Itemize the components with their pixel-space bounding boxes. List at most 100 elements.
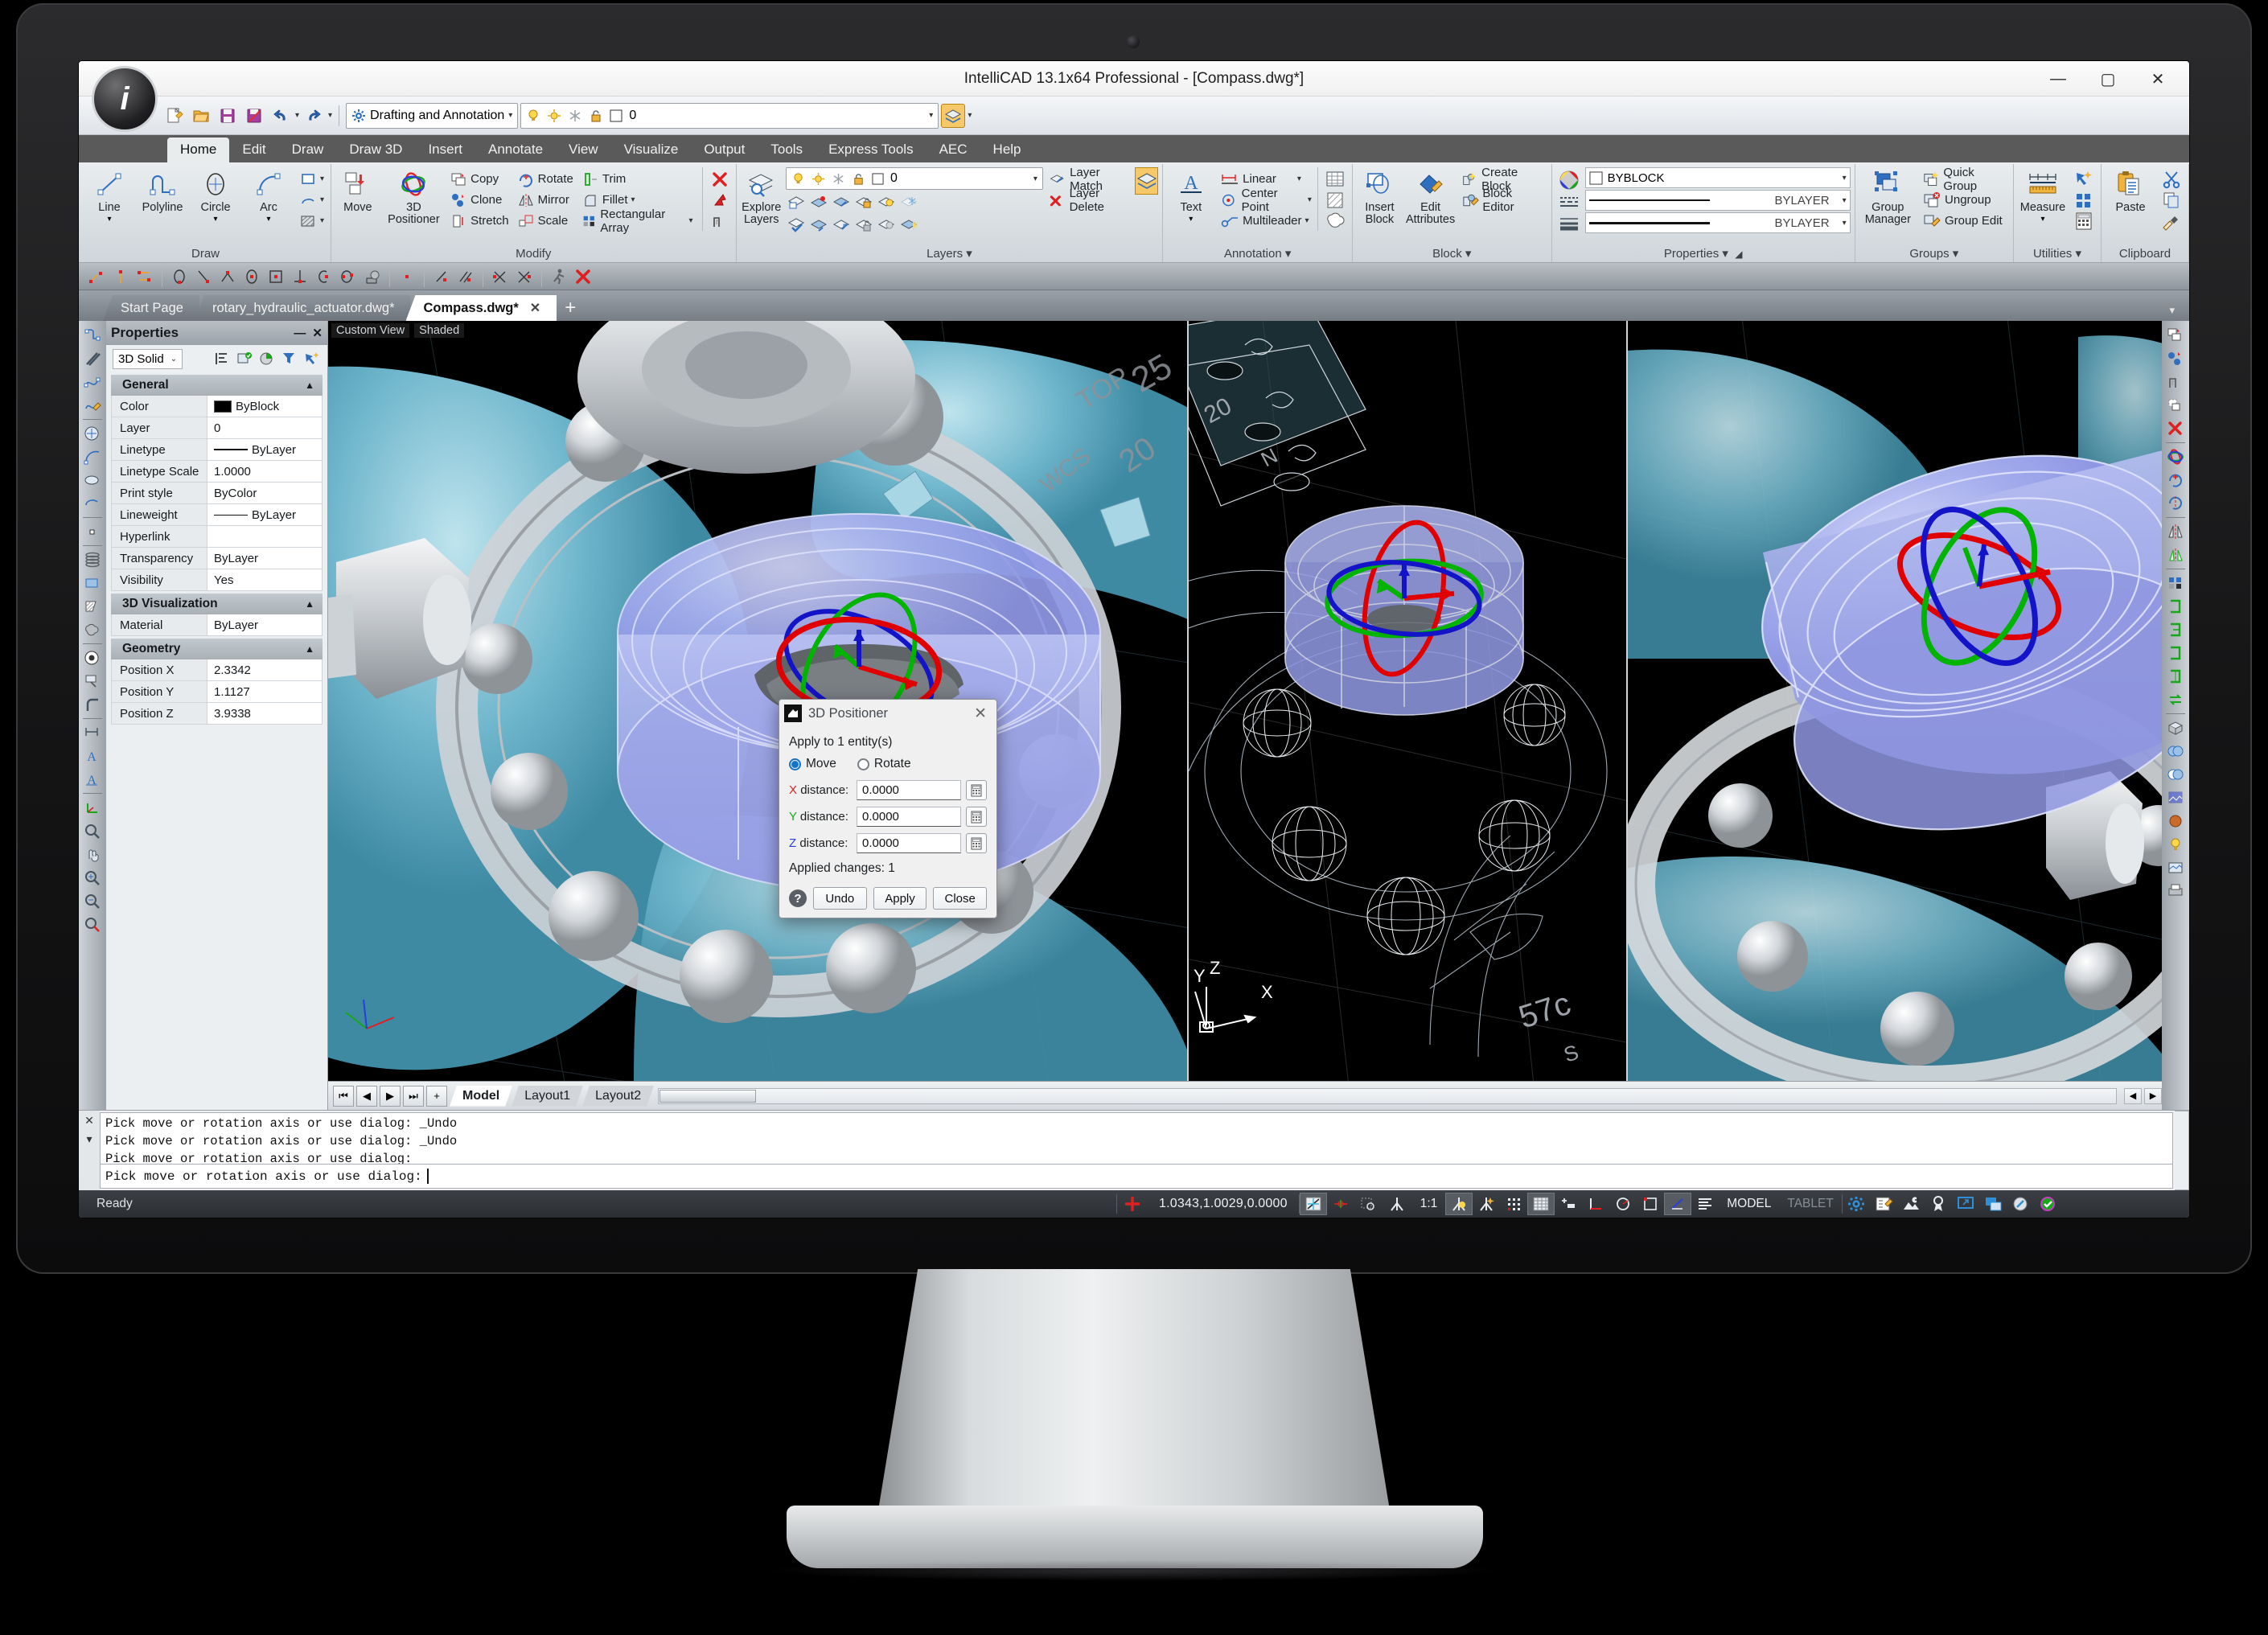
apps-button[interactable] bbox=[2071, 190, 2097, 210]
layer-quick-selector[interactable]: 0 ▾ bbox=[520, 102, 939, 129]
y-distance-input[interactable]: 0.0000 bbox=[857, 807, 961, 827]
rectangle-button[interactable]: ▾ bbox=[297, 169, 327, 189]
3d-positioner-button[interactable]: 3D Positioner bbox=[384, 167, 444, 226]
layer-delete-button[interactable]: Layer Delete bbox=[1046, 187, 1128, 214]
paste-button[interactable]: Paste bbox=[2106, 167, 2155, 214]
explore-layers-button[interactable]: Explore Layers bbox=[741, 167, 783, 226]
light-tool-icon[interactable] bbox=[2163, 833, 2188, 856]
scale-button[interactable]: Scale bbox=[515, 211, 576, 231]
cut-button[interactable] bbox=[2159, 169, 2184, 189]
linetype-combo[interactable]: BYLAYER ▾ bbox=[1584, 190, 1851, 211]
snap-perpendicular-icon[interactable] bbox=[192, 266, 215, 287]
snap-tangent-icon[interactable] bbox=[313, 266, 335, 287]
layer-chevron-down-icon[interactable]: ▾ bbox=[929, 111, 933, 120]
layer-set-current-icon[interactable] bbox=[831, 192, 852, 213]
snap-extension-icon[interactable] bbox=[454, 266, 477, 287]
collapse-icon[interactable]: ▲ bbox=[305, 380, 314, 391]
mode-move-radio[interactable]: Move bbox=[789, 757, 836, 771]
select-similar-icon[interactable] bbox=[236, 350, 253, 368]
region-tool-icon[interactable] bbox=[80, 618, 105, 641]
layer-isolate-icon[interactable] bbox=[831, 215, 852, 236]
group-manager-button[interactable]: Group Manager bbox=[1859, 167, 1917, 226]
copy-clipboard-button[interactable] bbox=[2159, 190, 2184, 210]
command-line-close-icon[interactable]: ✕ bbox=[84, 1114, 94, 1128]
undo-button[interactable]: Undo bbox=[813, 887, 867, 910]
command-line-expand-icon[interactable]: ▾ bbox=[86, 1132, 92, 1146]
measure-button[interactable]: Measure ▾ bbox=[2018, 167, 2068, 224]
property-row-position-x[interactable]: Position X 2.3342 bbox=[111, 659, 323, 681]
chevron-down-icon[interactable]: ⌄ bbox=[171, 355, 177, 364]
lineweight-icon[interactable] bbox=[1664, 1193, 1692, 1215]
property-value[interactable]: 1.1127 bbox=[207, 681, 323, 703]
property-value[interactable]: ByLayer bbox=[207, 439, 323, 461]
snap-endpoint-icon[interactable] bbox=[134, 266, 156, 287]
command-scrollbar[interactable] bbox=[2175, 1111, 2189, 1190]
viewport-visual-style-label[interactable]: Shaded bbox=[414, 323, 465, 338]
3d-positioner-tool-icon[interactable] bbox=[2163, 446, 2188, 468]
last-layout-button[interactable]: ⏭ bbox=[403, 1085, 424, 1107]
scrollbar-thumb[interactable] bbox=[659, 1089, 757, 1103]
clean-screen-icon[interactable] bbox=[2007, 1193, 2034, 1215]
property-value[interactable]: ByColor bbox=[207, 483, 323, 504]
redo-icon[interactable] bbox=[302, 104, 326, 128]
layer-freeze-icon[interactable] bbox=[898, 215, 919, 236]
property-row-visibility[interactable]: Visibility Yes bbox=[111, 569, 323, 591]
zoom-window-icon[interactable] bbox=[80, 820, 105, 842]
property-row-hyperlink[interactable]: Hyperlink bbox=[111, 526, 323, 548]
snap-settings-icon[interactable] bbox=[513, 266, 536, 287]
ellipse-arc-button[interactable]: ▾ bbox=[297, 190, 327, 210]
first-layout-button[interactable]: ⏮ bbox=[333, 1085, 354, 1107]
color-combo[interactable]: BYBLOCK ▾ bbox=[1584, 167, 1851, 188]
ortho-icon[interactable] bbox=[1582, 1193, 1609, 1215]
snap-midpoint-icon[interactable] bbox=[216, 266, 239, 287]
trim-tool-icon[interactable] bbox=[2163, 595, 2188, 618]
clone-button[interactable]: Clone bbox=[447, 190, 512, 210]
snap-center-icon[interactable] bbox=[168, 266, 191, 287]
edit-attributes-button[interactable]: Edit Attributes bbox=[1406, 167, 1455, 226]
fillet-tool-icon[interactable] bbox=[80, 693, 105, 716]
grid-snap-icon[interactable] bbox=[1327, 1193, 1354, 1215]
ribbon-tab-output[interactable]: Output bbox=[691, 138, 758, 162]
property-row-print-style[interactable]: Print style ByColor bbox=[111, 483, 323, 504]
zoom-previous-icon[interactable] bbox=[80, 889, 105, 912]
doc-tab-close-icon[interactable]: ✕ bbox=[530, 300, 540, 316]
check-status-icon[interactable] bbox=[2034, 1193, 2061, 1215]
property-row-linetype[interactable]: Linetype ByLayer bbox=[111, 439, 323, 461]
text-button[interactable]: A Text ▾ bbox=[1167, 167, 1214, 224]
next-layout-button[interactable]: ▶ bbox=[380, 1085, 401, 1107]
polar-icon[interactable] bbox=[1500, 1193, 1527, 1215]
properties-section-general[interactable]: General ▲ bbox=[111, 375, 323, 396]
dialog-title-bar[interactable]: 3D Positioner ✕ bbox=[779, 700, 996, 727]
rotate-button[interactable]: Rotate bbox=[515, 169, 576, 189]
save-icon[interactable] bbox=[216, 104, 240, 128]
rectangle-tool-icon[interactable] bbox=[80, 572, 105, 594]
save-as-icon[interactable] bbox=[242, 104, 266, 128]
elliptical-arc-tool-icon[interactable] bbox=[80, 492, 105, 515]
solid-union-tool-icon[interactable] bbox=[2163, 740, 2188, 762]
snap-apparent-icon[interactable] bbox=[361, 266, 384, 287]
new-icon[interactable] bbox=[162, 104, 187, 128]
property-row-layer[interactable]: Layer 0 bbox=[111, 417, 323, 439]
lineweight-icon[interactable] bbox=[1556, 215, 1582, 232]
minimize-button[interactable]: — bbox=[2033, 62, 2083, 96]
property-row-position-y[interactable]: Position Y 1.1127 bbox=[111, 681, 323, 703]
calculator-icon[interactable] bbox=[966, 807, 987, 827]
plot-tool-icon[interactable] bbox=[2163, 880, 2188, 902]
property-value[interactable]: 1.0000 bbox=[207, 461, 323, 483]
edit-spline-tool-icon[interactable] bbox=[80, 394, 105, 417]
dialog-close-icon[interactable]: ✕ bbox=[969, 705, 992, 723]
window-layout-icon[interactable] bbox=[1979, 1193, 2007, 1215]
chevron-down-icon[interactable]: ▾ bbox=[1843, 196, 1847, 205]
revision-cloud-button[interactable] bbox=[1322, 190, 1348, 210]
polyline-tool-icon[interactable] bbox=[80, 324, 105, 347]
ribbon-tab-visualize[interactable]: Visualize bbox=[611, 138, 692, 162]
grid-icon[interactable] bbox=[1527, 1193, 1555, 1215]
quick-select-icon[interactable] bbox=[213, 350, 231, 368]
mode-rotate-radio[interactable]: Rotate bbox=[857, 757, 911, 771]
chevron-down-icon[interactable]: ▾ bbox=[508, 111, 512, 120]
helix-tool-icon[interactable] bbox=[80, 548, 105, 571]
pick-add-icon[interactable] bbox=[258, 350, 276, 368]
material-tool-icon[interactable] bbox=[2163, 810, 2188, 832]
object-color-icon[interactable] bbox=[1556, 170, 1582, 191]
layer-check-icon[interactable] bbox=[786, 215, 807, 236]
